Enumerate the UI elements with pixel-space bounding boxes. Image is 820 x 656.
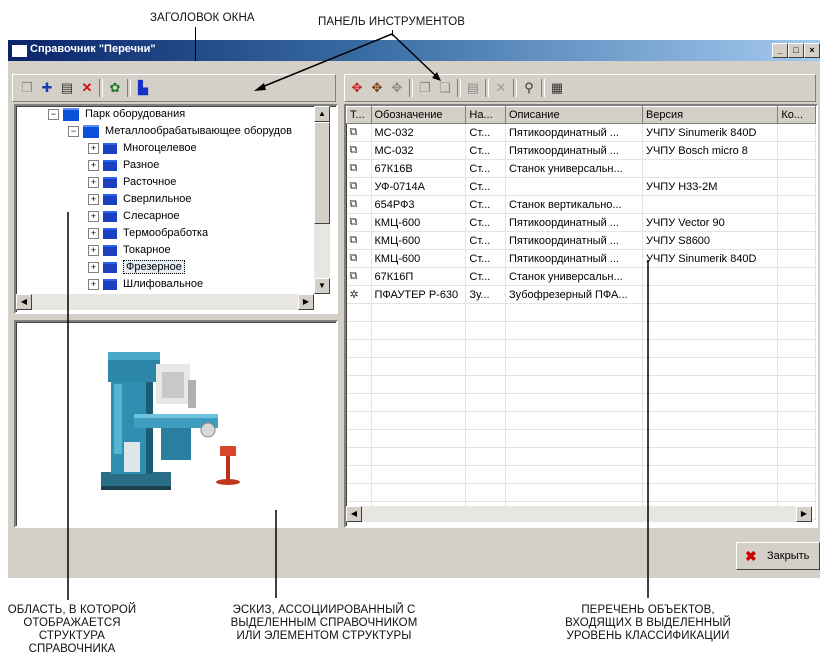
leader-lines xyxy=(67,33,649,600)
